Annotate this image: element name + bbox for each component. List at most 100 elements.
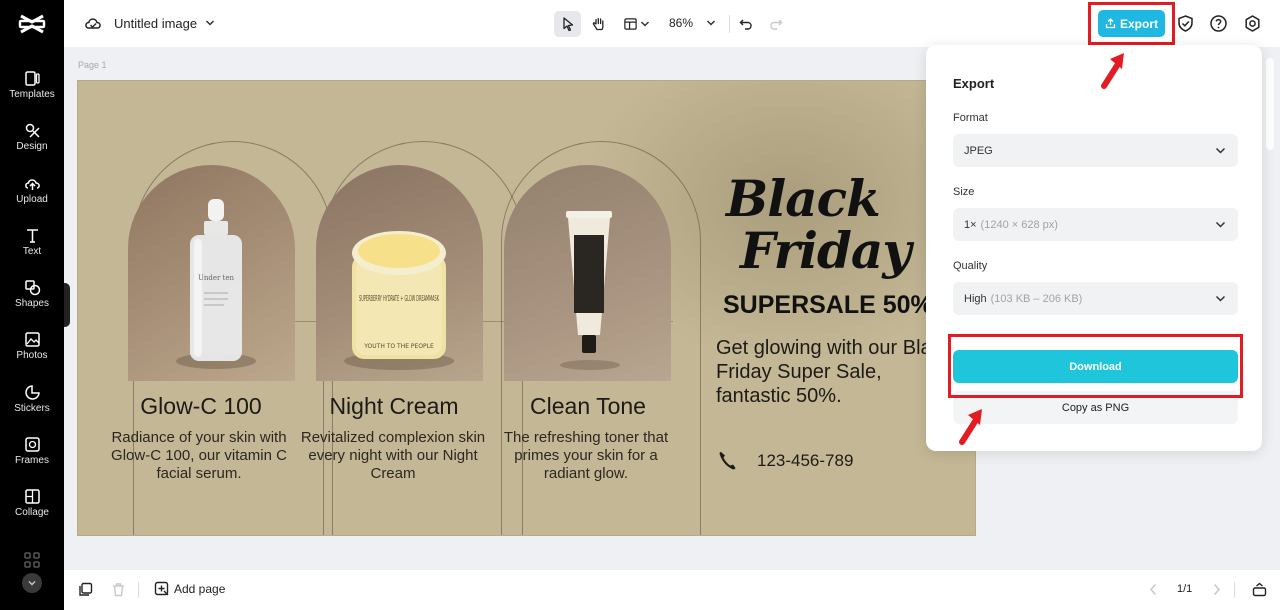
format-value: JPEG [964, 144, 993, 157]
quality-value: High [964, 292, 987, 305]
select-tool-button[interactable] [554, 11, 581, 37]
shield-icon[interactable] [1176, 14, 1195, 33]
sidebar-item-upload[interactable]: Upload [0, 175, 64, 221]
sidebar-item-label: Text [22, 246, 42, 257]
phone-number: 123-456-789 [757, 451, 854, 470]
cream-jar-illustration: SUPERBERRY HYDRATE + GLOW DREAMMASK YOUT… [344, 231, 454, 370]
undo-icon [739, 19, 752, 30]
undo-button[interactable] [735, 11, 757, 37]
templates-icon [24, 71, 40, 86]
add-page-icon [154, 581, 169, 596]
serum-bottle-illustration: Under ten [176, 199, 256, 369]
chevron-left-icon[interactable] [1146, 582, 1161, 597]
toner-tube-illustration [560, 211, 620, 370]
chevron-down-icon [640, 21, 649, 27]
gear-icon[interactable] [1243, 14, 1262, 33]
format-select[interactable]: JPEG [953, 134, 1238, 167]
product-image-night-cream[interactable]: SUPERBERRY HYDRATE + GLOW DREAMMASK YOUT… [316, 165, 483, 381]
product-name: Glow-C 100 [140, 393, 262, 419]
page-counter: 1/1 [1177, 583, 1193, 595]
supersale-text: SUPERSALE 50% [723, 291, 933, 319]
panel-scrollbar[interactable] [1266, 58, 1274, 150]
sidebar-item-stickers[interactable]: Stickers [0, 384, 64, 430]
toolbar-divider [138, 582, 139, 598]
photos-icon [24, 332, 40, 347]
collage-icon [24, 489, 40, 504]
export-highlight-box [1088, 2, 1175, 45]
trash-icon[interactable] [111, 582, 126, 597]
quality-select[interactable]: High (103 KB – 206 KB) [953, 282, 1238, 315]
cloud-sync-icon[interactable] [84, 15, 102, 31]
chevron-down-icon[interactable] [205, 18, 215, 28]
tagline-text: Get glowing with our Black Friday Super … [716, 337, 952, 407]
sidebar-item-label: Templates [9, 89, 55, 100]
cursor-icon [562, 17, 573, 32]
panel-collapse-handle[interactable] [64, 283, 70, 327]
jar-brand: YOUTH TO THE PEOPLE [363, 343, 434, 350]
chevron-down-icon [28, 581, 36, 586]
apps-grid-icon[interactable] [22, 550, 42, 570]
sidebar-item-photos[interactable]: Photos [0, 331, 64, 377]
size-detail: (1240 × 628 px) [980, 218, 1058, 231]
serum-label: Under ten [198, 274, 235, 282]
product-image-serum[interactable]: Under ten [128, 165, 295, 381]
upload-icon [24, 179, 40, 190]
design-canvas[interactable]: Under ten SUPERBERRY HYDRATE + GLOW DREA… [77, 80, 976, 536]
chevron-down-icon [1215, 147, 1226, 154]
help-icon[interactable] [1209, 14, 1228, 33]
layout-icon [623, 18, 637, 30]
product-description: Radiance of your skin with Glow-C 100, o… [111, 429, 287, 482]
sidebar-item-label: Shapes [15, 298, 49, 309]
size-select[interactable]: 1× (1240 × 628 px) [953, 208, 1238, 241]
frames-icon [24, 437, 40, 452]
sidebar-item-label: Frames [15, 455, 49, 466]
headline-black: Black [726, 169, 881, 228]
sidebar-expand-button[interactable] [22, 573, 42, 593]
size-value: 1× [964, 218, 977, 231]
sidebar-item-label: Photos [16, 350, 48, 361]
add-page-label: Add page [174, 581, 226, 596]
sidebar-item-design[interactable]: Design [0, 122, 64, 168]
sidebar-item-label: Stickers [14, 403, 50, 414]
sidebar-item-shapes[interactable]: Shapes [0, 279, 64, 325]
hand-tool-button[interactable] [585, 11, 612, 37]
format-label: Format [953, 112, 988, 124]
export-panel-title: Export [953, 76, 995, 91]
layout-dropdown-button[interactable] [619, 11, 653, 37]
phone-icon [719, 452, 736, 470]
chevron-down-icon[interactable] [706, 18, 716, 28]
chevron-down-icon [1215, 295, 1226, 302]
redo-icon [770, 19, 783, 30]
sidebar-item-text[interactable]: Text [0, 227, 64, 273]
chevron-down-icon [1215, 221, 1226, 228]
annotation-arrow-icon [1101, 53, 1124, 89]
size-label: Size [953, 186, 975, 198]
product-name: Clean Tone [530, 393, 646, 419]
capcut-logo-icon[interactable] [18, 11, 46, 37]
sidebar-item-templates[interactable]: Templates [0, 70, 64, 116]
design-icon [25, 123, 40, 138]
headline-friday: Friday [740, 221, 911, 280]
toolbar-divider [1234, 582, 1235, 598]
expand-pages-icon[interactable] [1252, 582, 1267, 597]
hand-icon [592, 17, 604, 31]
redo-button[interactable] [765, 11, 787, 37]
add-page-button[interactable]: Add page [154, 581, 225, 596]
shapes-icon [24, 280, 40, 296]
product-name: Night Cream [329, 393, 459, 419]
document-title[interactable]: Untitled image [114, 16, 197, 31]
chevron-right-icon[interactable] [1209, 582, 1224, 597]
download-highlight-box [948, 334, 1243, 398]
sidebar-item-frames[interactable]: Frames [0, 436, 64, 482]
jar-label: SUPERBERRY HYDRATE + GLOW DREAMMASK [359, 294, 439, 303]
quality-label: Quality [953, 260, 988, 272]
stickers-icon [24, 385, 40, 400]
product-image-clean-tone[interactable] [504, 165, 671, 381]
sidebar-item-label: Collage [15, 507, 49, 518]
bottom-toolbar: Add page 1/1 [64, 570, 1280, 610]
zoom-level[interactable]: 86% [669, 16, 693, 30]
sidebar-item-label: Design [16, 141, 48, 152]
duplicate-page-icon[interactable] [78, 582, 93, 597]
left-sidebar: Templates Design Upload Text Shapes Phot… [0, 0, 64, 610]
sidebar-item-collage[interactable]: Collage [0, 488, 64, 534]
